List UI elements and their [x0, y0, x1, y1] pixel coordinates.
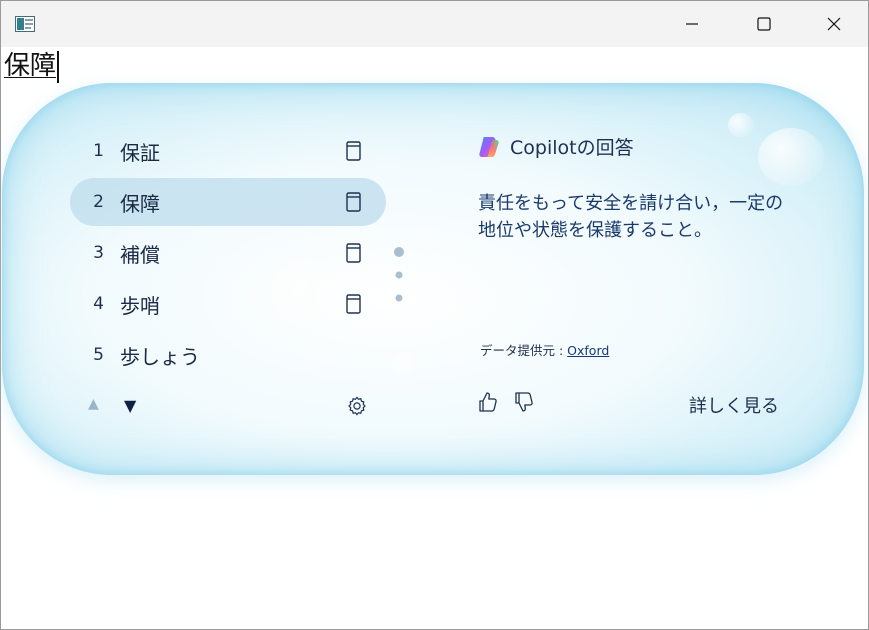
- gear-icon[interactable]: [346, 395, 368, 417]
- decorative-bubble: [392, 353, 418, 379]
- source-label: データ提供元 :: [480, 343, 568, 358]
- candidate-text: 保障: [120, 191, 160, 216]
- dictionary-icon[interactable]: [346, 243, 361, 263]
- notepad-icon: [15, 16, 35, 32]
- source-attribution: データ提供元 : Oxford: [480, 340, 609, 359]
- candidate-number: 3: [93, 243, 104, 263]
- dictionary-icon[interactable]: [346, 294, 361, 314]
- candidate-text: 歩哨: [120, 293, 160, 318]
- candidate-number: 1: [93, 141, 104, 161]
- candidate-item-1[interactable]: 1 保証: [70, 127, 386, 175]
- text-caret: [57, 51, 60, 83]
- previous-page-button[interactable]: ▲: [88, 396, 99, 412]
- copilot-definition: 責任をもって安全を請け合い，一定の地位や状態を保護すること。: [478, 193, 784, 241]
- composition-text: 保障: [4, 51, 57, 81]
- thumbs-down-icon[interactable]: [514, 391, 534, 413]
- candidate-number: 2: [93, 192, 104, 212]
- thumbs-up-icon[interactable]: [478, 391, 498, 413]
- candidate-item-3[interactable]: 3 補償: [70, 229, 386, 277]
- minimize-icon: [686, 23, 698, 25]
- dictionary-icon[interactable]: [346, 141, 361, 161]
- copilot-logo-icon: [479, 136, 499, 157]
- candidate-list: 1 保証 2 保障 3 補償 4 歩哨 5 歩しょう: [70, 127, 386, 382]
- candidate-item-5[interactable]: 5 歩しょう: [70, 331, 386, 379]
- decorative-bubble: [728, 113, 754, 137]
- text-editor[interactable]: 保障: [4, 49, 60, 85]
- source-link[interactable]: Oxford: [567, 343, 609, 358]
- minimize-button[interactable]: [669, 1, 715, 47]
- candidate-text: 補償: [120, 242, 160, 267]
- copilot-header: Copilotの回答: [476, 133, 634, 160]
- title-bar[interactable]: [1, 1, 868, 47]
- decorative-bubble: [758, 128, 824, 186]
- candidate-item-2[interactable]: 2 保障: [70, 178, 386, 226]
- candidate-text: 保証: [120, 140, 160, 165]
- copilot-title: Copilotの回答: [510, 137, 634, 159]
- maximize-icon: [757, 17, 771, 31]
- dictionary-icon[interactable]: [346, 192, 361, 212]
- maximize-button[interactable]: [741, 1, 787, 47]
- close-icon: [827, 17, 841, 31]
- candidate-text: 歩しょう: [120, 344, 200, 369]
- page-indicator[interactable]: [393, 245, 405, 305]
- see-more-link[interactable]: 詳しく見る: [689, 392, 779, 418]
- candidate-item-4[interactable]: 4 歩哨: [70, 280, 386, 328]
- candidate-number: 5: [93, 345, 104, 365]
- candidate-number: 4: [93, 294, 104, 314]
- close-button[interactable]: [811, 1, 857, 47]
- next-page-button[interactable]: ▼: [124, 396, 136, 415]
